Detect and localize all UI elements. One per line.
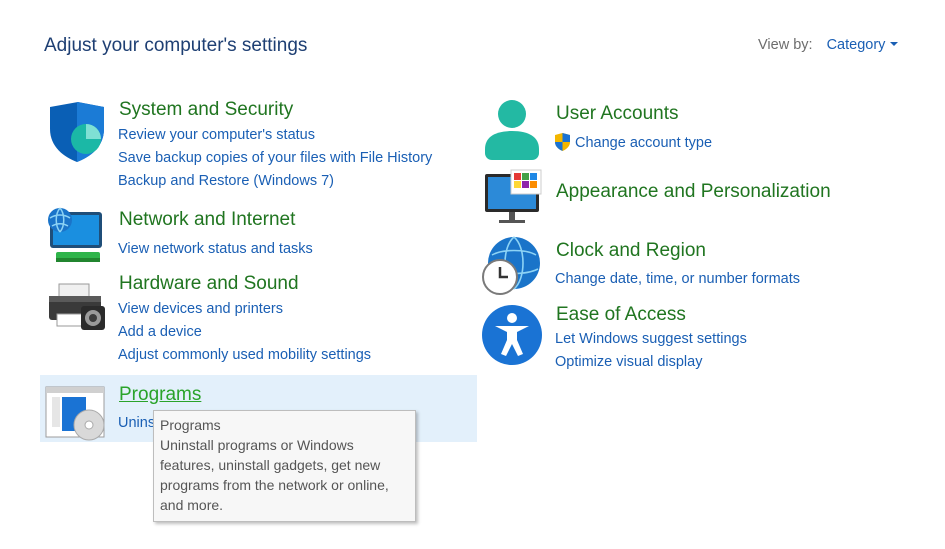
clock-region-title[interactable]: Clock and Region: [556, 240, 706, 262]
page-title: Adjust your computer's settings: [44, 35, 308, 56]
user-accounts-title[interactable]: User Accounts: [556, 103, 679, 125]
system-security-title[interactable]: System and Security: [119, 99, 293, 121]
appearance-title[interactable]: Appearance and Personalization: [556, 181, 831, 203]
view-by-value[interactable]: Category: [827, 37, 886, 53]
hardware-title[interactable]: Hardware and Sound: [119, 273, 299, 295]
shield-icon[interactable]: [46, 101, 108, 163]
appearance-icon[interactable]: [483, 168, 545, 230]
clock-region-icon[interactable]: [480, 235, 542, 297]
optimize-display-link[interactable]: Optimize visual display: [555, 354, 702, 370]
printer-icon[interactable]: [45, 278, 107, 340]
network-icon[interactable]: [44, 206, 106, 268]
date-time-formats-link[interactable]: Change date, time, or number formats: [555, 271, 800, 287]
uninstall-program-link[interactable]: Unins: [118, 415, 155, 431]
view-by-label: View by:: [758, 37, 813, 53]
user-accounts-icon[interactable]: [481, 99, 543, 161]
backup-restore-link[interactable]: Backup and Restore (Windows 7): [118, 173, 334, 189]
ease-of-access-title[interactable]: Ease of Access: [556, 304, 686, 326]
programs-icon[interactable]: [44, 383, 106, 445]
network-status-link[interactable]: View network status and tasks: [118, 241, 313, 257]
change-account-type-link[interactable]: Change account type: [575, 135, 712, 151]
view-by-dropdown[interactable]: Category: [827, 37, 899, 53]
chevron-down-icon[interactable]: [890, 42, 899, 46]
review-status-link[interactable]: Review your computer's status: [118, 127, 315, 143]
add-device-link[interactable]: Add a device: [118, 324, 202, 340]
suggest-settings-link[interactable]: Let Windows suggest settings: [555, 331, 747, 347]
uac-shield-icon: [555, 133, 570, 151]
programs-tooltip: Programs Uninstall programs or Windows f…: [153, 410, 416, 522]
mobility-settings-link[interactable]: Adjust commonly used mobility settings: [118, 347, 371, 363]
tooltip-title: Programs: [160, 417, 221, 433]
view-by: View by: Category: [758, 37, 899, 53]
devices-printers-link[interactable]: View devices and printers: [118, 301, 283, 317]
tooltip-body: Uninstall programs or Windows features, …: [160, 437, 389, 513]
ease-of-access-icon[interactable]: [481, 304, 543, 366]
programs-title[interactable]: Programs: [119, 384, 201, 406]
network-title[interactable]: Network and Internet: [119, 209, 295, 231]
file-history-link[interactable]: Save backup copies of your files with Fi…: [118, 150, 432, 166]
